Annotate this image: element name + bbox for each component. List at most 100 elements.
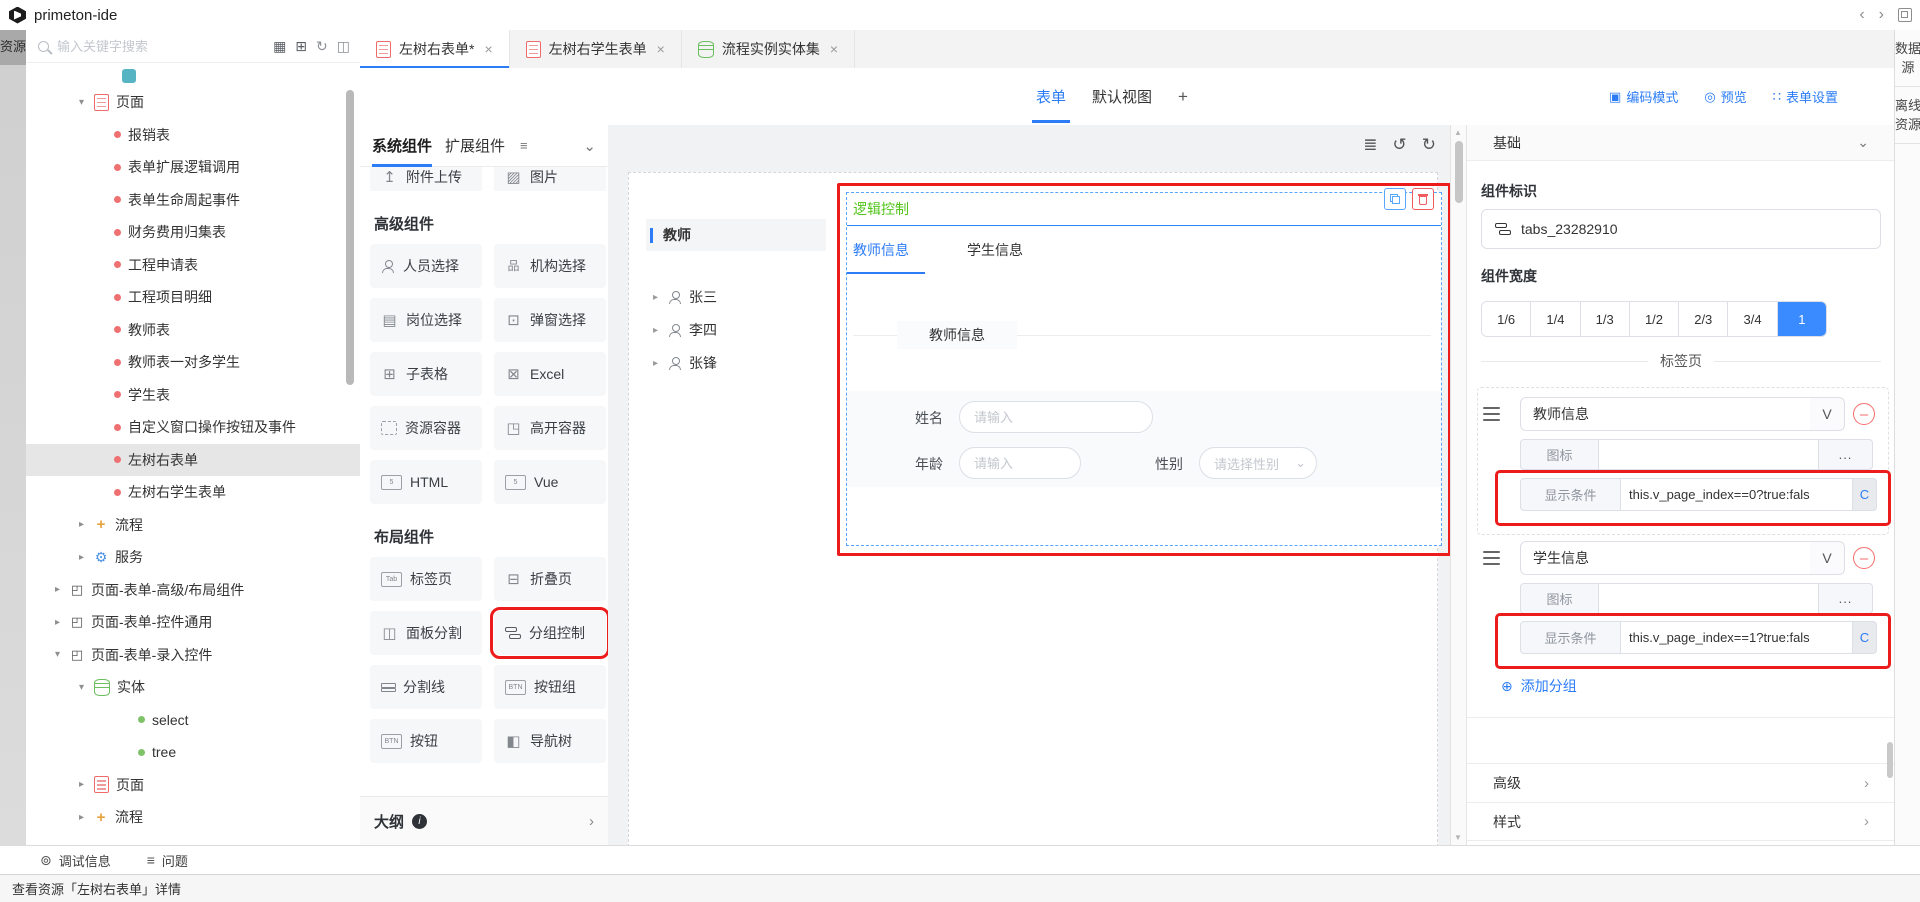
delete-component-button[interactable] [1412, 188, 1434, 210]
icon-more-button[interactable]: ... [1819, 439, 1873, 470]
palette-item-collapse[interactable]: ⊟折叠页 [494, 557, 606, 601]
caret-open-icon[interactable]: ▾ [76, 682, 87, 693]
group-variable-button[interactable]: V [1810, 397, 1845, 431]
caret-closed-icon[interactable]: ▸ [76, 519, 87, 530]
palette-item-resource-container[interactable]: 资源容器 [370, 406, 482, 450]
tree-item[interactable]: 自定义窗口操作按钮及事件 [26, 411, 360, 444]
palette-item-image[interactable]: ▨图片 [494, 167, 606, 191]
editor-tab-student-form[interactable]: 左树右学生表单 × [510, 30, 682, 68]
caret-closed-icon[interactable]: ▸ [650, 358, 661, 369]
palette-item-code-container[interactable]: ◳高开容器 [494, 406, 606, 450]
width-option[interactable]: 3/4 [1728, 302, 1777, 336]
width-option[interactable]: 1/6 [1482, 302, 1531, 336]
caret-closed-icon[interactable]: ▸ [650, 325, 661, 336]
tree-item-module[interactable]: ▸◰页面-表单-控件通用 [26, 606, 360, 639]
tree-item[interactable]: 工程申请表 [26, 249, 360, 282]
palette-tab-extension[interactable]: 扩展组件 [445, 135, 505, 156]
tree-item-services[interactable]: ▸⚙服务 [26, 541, 360, 574]
outline-list-icon[interactable]: ≣ [1363, 135, 1377, 155]
add-view-button[interactable]: + [1178, 87, 1188, 107]
palette-tab-system[interactable]: 系统组件 [372, 135, 432, 156]
code-mode-button[interactable]: ▣编码模式 [1609, 87, 1678, 106]
dock-tab-datasource[interactable]: 数据源 [1895, 30, 1920, 87]
palette-item-divider[interactable]: 分割线 [370, 665, 482, 709]
add-group-button[interactable]: ⊕ 添加分组 [1501, 676, 1577, 696]
outline-footer[interactable]: 大纲 i › [360, 796, 608, 845]
drag-handle-icon[interactable] [1483, 551, 1500, 553]
width-option[interactable]: 1/2 [1630, 302, 1679, 336]
tree-item[interactable]: 工程项目明细 [26, 281, 360, 314]
close-icon[interactable]: × [657, 41, 665, 57]
age-input[interactable] [959, 447, 1081, 479]
scroll-up-icon[interactable]: ▲ [1454, 128, 1462, 137]
group-control-component[interactable]: 逻辑控制 教师信息 学生信息 教师信息 姓名 年龄 性别 请选择性别 ⌄ [846, 192, 1442, 546]
width-option-selected[interactable]: 1 [1778, 302, 1826, 336]
properties-scrollbar[interactable] [1887, 742, 1893, 778]
palette-item-vue[interactable]: 5Vue [494, 460, 606, 504]
undo-icon[interactable]: ↺ [1393, 135, 1407, 155]
palette-menu-icon[interactable]: ≡ [520, 138, 528, 153]
nav-back-icon[interactable]: ‹ [1859, 6, 1864, 24]
condition-field-value[interactable]: this.v_page_index==0?true:fals [1621, 478, 1853, 511]
search-input[interactable] [55, 38, 267, 55]
close-icon[interactable]: × [484, 41, 492, 57]
problems-tab[interactable]: ≡ 问题 [147, 851, 188, 870]
section-style[interactable]: 样式 › [1467, 802, 1895, 841]
import-resource-icon[interactable]: ▦ [273, 38, 286, 55]
palette-item-member-select[interactable]: 人员选择 [370, 244, 482, 288]
width-option[interactable]: 2/3 [1679, 302, 1728, 336]
gender-select[interactable]: 请选择性别 ⌄ [1199, 447, 1317, 479]
palette-item-popup-select[interactable]: ⊡弹窗选择 [494, 298, 606, 342]
icon-field-value[interactable] [1599, 583, 1819, 614]
sidebar-scrollbar[interactable] [346, 90, 354, 385]
tree-item-module[interactable]: ▸◰页面-表单-高级/布局组件 [26, 574, 360, 607]
palette-item-subtable[interactable]: ⊞子表格 [370, 352, 482, 396]
caret-closed-icon[interactable]: ▸ [52, 584, 63, 595]
caret-closed-icon[interactable]: ▸ [650, 292, 661, 303]
editor-tab-form[interactable]: 左树右表单* × [360, 30, 510, 68]
palette-item-button-group[interactable]: BTN按钮组 [494, 665, 606, 709]
palette-item-panel-split[interactable]: ◫面板分割 [370, 611, 482, 655]
palette-item-nav-tree[interactable]: ◧导航树 [494, 719, 606, 763]
tree-item[interactable]: 左树右学生表单 [26, 476, 360, 509]
form-settings-button[interactable]: ∷表单设置 [1773, 87, 1838, 106]
palette-item-group-control[interactable]: 分组控制 [494, 611, 606, 655]
tab-form[interactable]: 表单 [1036, 86, 1066, 107]
tree-item-flows2[interactable]: ▸+流程 [26, 801, 360, 834]
tree-item-selected[interactable]: 左树右表单 [26, 444, 360, 477]
window-restore-icon[interactable] [1898, 8, 1912, 22]
palette-item-attachment-upload[interactable]: ↥附件上传 [370, 167, 482, 191]
palette-item-post-select[interactable]: ▤岗位选择 [370, 298, 482, 342]
palette-collapse-icon[interactable]: ⌄ [583, 137, 596, 155]
remove-group-icon[interactable]: – [1853, 403, 1875, 425]
condition-code-button[interactable]: C [1853, 621, 1877, 654]
caret-closed-icon[interactable]: ▸ [76, 779, 87, 790]
tab-default-view[interactable]: 默认视图 [1092, 86, 1152, 107]
icon-field-value[interactable] [1599, 439, 1819, 470]
copy-component-button[interactable] [1384, 188, 1406, 210]
collapse-all-icon[interactable]: ◫ [337, 38, 350, 55]
group-name-input[interactable] [1520, 397, 1811, 431]
preview-button[interactable]: ◎预览 [1704, 87, 1746, 106]
caret-open-icon[interactable]: ▾ [52, 649, 63, 660]
section-advanced[interactable]: 高级 › [1467, 763, 1895, 802]
icon-more-button[interactable]: ... [1819, 583, 1873, 614]
close-icon[interactable]: × [830, 41, 838, 57]
tree-item-pages2[interactable]: ▸页面 [26, 769, 360, 802]
tree-item-flows[interactable]: ▸+流程 [26, 509, 360, 542]
width-option[interactable]: 1/4 [1531, 302, 1580, 336]
tree-item-pages[interactable]: ▾页面 [26, 86, 360, 119]
group-variable-button[interactable]: V [1810, 541, 1845, 575]
remove-group-icon[interactable]: – [1853, 547, 1875, 569]
tree-item[interactable]: 表单生命周起事件 [26, 184, 360, 217]
palette-item-button[interactable]: BTN按钮 [370, 719, 482, 763]
group-name-input[interactable] [1520, 541, 1811, 575]
caret-open-icon[interactable]: ▾ [76, 97, 87, 108]
palette-item-org-select[interactable]: 品机构选择 [494, 244, 606, 288]
debug-info-tab[interactable]: ⊚ 调试信息 [40, 851, 111, 870]
caret-closed-icon[interactable]: ▸ [52, 617, 63, 628]
name-input[interactable] [959, 401, 1153, 433]
caret-closed-icon[interactable]: ▸ [76, 552, 87, 563]
scrollbar-thumb[interactable] [1455, 141, 1463, 203]
condition-field-value[interactable]: this.v_page_index==1?true:fals [1621, 621, 1853, 654]
